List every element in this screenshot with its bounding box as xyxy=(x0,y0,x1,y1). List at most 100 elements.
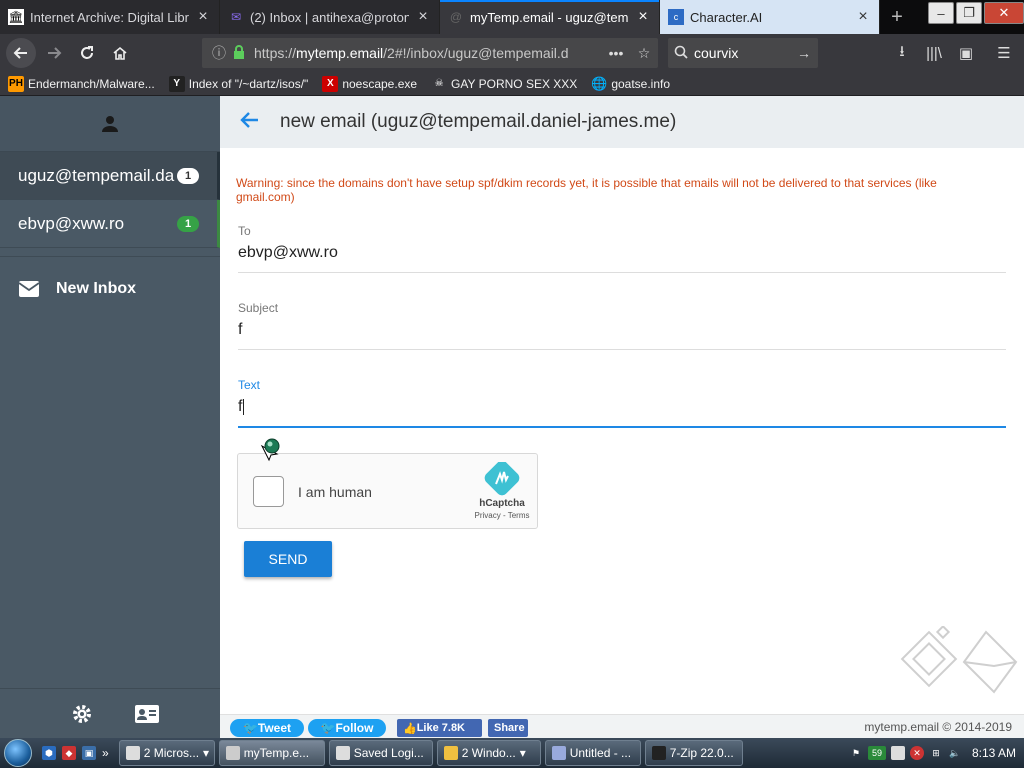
twitter-icon: 🐦 xyxy=(320,721,336,735)
page-actions-icon[interactable]: ••• xyxy=(602,45,630,61)
text-caret xyxy=(243,399,245,415)
new-inbox-button[interactable]: New Inbox xyxy=(0,256,220,320)
bookmark-item[interactable]: 🌐 goatse.info xyxy=(591,76,670,92)
address-bar[interactable]: ⓘ https://mytemp.email/2#!/inbox/uguz@te… xyxy=(202,38,658,68)
back-button[interactable] xyxy=(6,38,36,68)
tab-internet-archive[interactable]: 🏛 Internet Archive: Digital Libra × xyxy=(0,0,220,34)
subject-label: Subject xyxy=(238,301,279,315)
library-icon[interactable]: |||\ xyxy=(920,38,948,68)
inbox-item-uguz[interactable]: uguz@tempemail.da 1 xyxy=(0,152,220,200)
restore-button[interactable]: ❐ xyxy=(956,2,982,24)
to-input[interactable]: ebvp@xww.ro xyxy=(238,244,1006,268)
quicklaunch-icon[interactable]: ⬢ xyxy=(42,746,56,760)
new-tab-button[interactable]: + xyxy=(880,0,914,34)
quicklaunch-icon[interactable]: ◆ xyxy=(62,746,76,760)
subject-field[interactable]: Subject f xyxy=(238,301,1006,350)
taskbar-button[interactable]: 7-Zip 22.0... xyxy=(644,740,743,766)
user-area xyxy=(0,96,220,152)
captcha-checkbox[interactable] xyxy=(253,476,284,507)
reload-icon xyxy=(81,46,93,59)
lock-icon[interactable] xyxy=(230,44,248,62)
tray-app-icon[interactable] xyxy=(890,746,905,760)
back-arrow-icon[interactable] xyxy=(240,109,260,135)
inbox-item-ebvp[interactable]: ebvp@xww.ro 1 xyxy=(0,200,220,248)
notepad-icon xyxy=(551,746,566,760)
pornhub-icon: PH xyxy=(8,75,24,92)
facebook-like-button[interactable]: 👍 Like 7.8K xyxy=(397,719,482,737)
taskbar-button[interactable]: Untitled - ... xyxy=(544,740,641,766)
quicklaunch-overflow-icon[interactable]: » xyxy=(102,746,109,760)
page-footer: 🐦 Tweet 🐦 Follow 👍 Like 7.8K Share mytem… xyxy=(220,714,1024,738)
network-icon[interactable]: ⊞ xyxy=(929,746,943,760)
compose-header: new email (uguz@tempemail.daniel-james.m… xyxy=(220,96,1024,148)
x-icon: X xyxy=(322,75,339,92)
close-tab-icon[interactable]: × xyxy=(855,8,871,26)
taskbar-button[interactable]: myTemp.e... xyxy=(218,740,325,766)
inbox-sidebar: uguz@tempemail.da 1 ebvp@xww.ro 1 New In… xyxy=(0,96,220,738)
tab-characterai[interactable]: c Character.AI × xyxy=(660,0,880,34)
clock[interactable]: 8:13 AM xyxy=(972,746,1016,760)
subject-input[interactable]: f xyxy=(238,321,1006,345)
text-field[interactable]: Text f xyxy=(238,378,1006,428)
close-tab-icon[interactable]: × xyxy=(415,8,431,26)
follow-button[interactable]: 🐦 Follow xyxy=(308,719,386,737)
downloads-icon[interactable]: ⭳ xyxy=(888,38,916,68)
field-underline xyxy=(238,349,1006,350)
user-icon[interactable] xyxy=(100,114,120,134)
bookmark-star-icon[interactable]: ☆ xyxy=(630,45,658,62)
windows-taskbar: ⬢ ◆ ▣ » 2 Micros... ▾ myTemp.e... Saved L… xyxy=(0,738,1024,768)
send-button[interactable]: SEND xyxy=(244,541,332,577)
to-field[interactable]: To ebvp@xww.ro xyxy=(238,224,1006,273)
taskbar-button[interactable]: 2 Windo... ▾ xyxy=(436,740,541,766)
captcha-links[interactable]: Privacy - Terms xyxy=(468,511,536,520)
close-tab-icon[interactable]: × xyxy=(635,8,651,26)
page-title: new email (uguz@tempemail.daniel-james.m… xyxy=(280,111,677,132)
forward-button[interactable] xyxy=(39,38,69,68)
navigation-toolbar: ⓘ https://mytemp.email/2#!/inbox/uguz@te… xyxy=(0,34,1024,72)
tab-mytemp[interactable]: @ myTemp.email - uguz@temp × xyxy=(440,0,660,34)
sidebar-toggle-icon[interactable]: ▣ xyxy=(952,38,980,68)
taskbar-label: 2 Windo... xyxy=(461,746,516,760)
tab-title: (2) Inbox | antihexa@proton.m xyxy=(250,9,409,25)
volume-icon[interactable]: 🔈 xyxy=(948,746,962,760)
window-icon xyxy=(125,746,140,760)
thumbs-up-icon: 👍 xyxy=(403,722,417,735)
security-alert-icon[interactable]: ✕ xyxy=(909,746,924,760)
windows-logo-icon xyxy=(4,739,32,767)
tab-protonmail[interactable]: ✉ (2) Inbox | antihexa@proton.m × xyxy=(220,0,440,34)
bookmark-item[interactable]: PH Endermanch/Malware... xyxy=(8,75,155,92)
bookmark-item[interactable]: Y Index of "/~dartz/isos/" xyxy=(168,75,308,92)
close-tab-icon[interactable]: × xyxy=(195,8,211,26)
taskbar-button[interactable]: 2 Micros... ▾ xyxy=(118,740,215,766)
start-button[interactable] xyxy=(0,738,36,768)
facebook-share-button[interactable]: Share xyxy=(488,719,528,737)
text-input[interactable]: f xyxy=(238,398,1006,422)
search-go-icon[interactable]: → xyxy=(790,45,818,61)
dropdown-arrow-icon: ▾ xyxy=(519,746,526,760)
minimize-button[interactable]: – xyxy=(928,2,954,24)
globe-icon: 🌐 xyxy=(591,75,608,91)
new-inbox-label: New Inbox xyxy=(56,279,137,297)
bookmark-item[interactable]: X noescape.exe xyxy=(322,75,418,92)
bookmark-label: noescape.exe xyxy=(342,76,418,91)
menu-icon[interactable]: ☰ xyxy=(990,38,1018,68)
contact-card-icon[interactable] xyxy=(134,704,160,724)
taskbar-button[interactable]: Saved Logi... xyxy=(328,740,433,766)
search-input[interactable]: courvix xyxy=(694,45,790,61)
settings-gear-icon[interactable] xyxy=(71,703,93,725)
tweet-button[interactable]: 🐦 Tweet xyxy=(230,719,304,737)
flag-icon[interactable]: ⚑ xyxy=(849,746,863,760)
info-icon[interactable]: ⓘ xyxy=(208,43,230,63)
copyright-text: mytemp.email © 2014-2019 xyxy=(864,720,1012,734)
field-underline xyxy=(238,272,1006,273)
mytemp-watermark-icon xyxy=(900,626,1018,694)
forward-arrow-icon xyxy=(48,47,62,59)
home-button[interactable] xyxy=(105,38,135,68)
tray-count-icon[interactable]: 59 xyxy=(867,746,886,760)
reload-button[interactable] xyxy=(72,38,102,68)
bookmark-item[interactable]: ☠ GAY PORNO SEX XXX xyxy=(431,76,578,92)
search-bar[interactable]: courvix → xyxy=(668,38,818,68)
quicklaunch-icon[interactable]: ▣ xyxy=(82,746,96,760)
close-window-button[interactable]: ✕ xyxy=(984,2,1024,24)
field-underline xyxy=(238,426,1006,428)
